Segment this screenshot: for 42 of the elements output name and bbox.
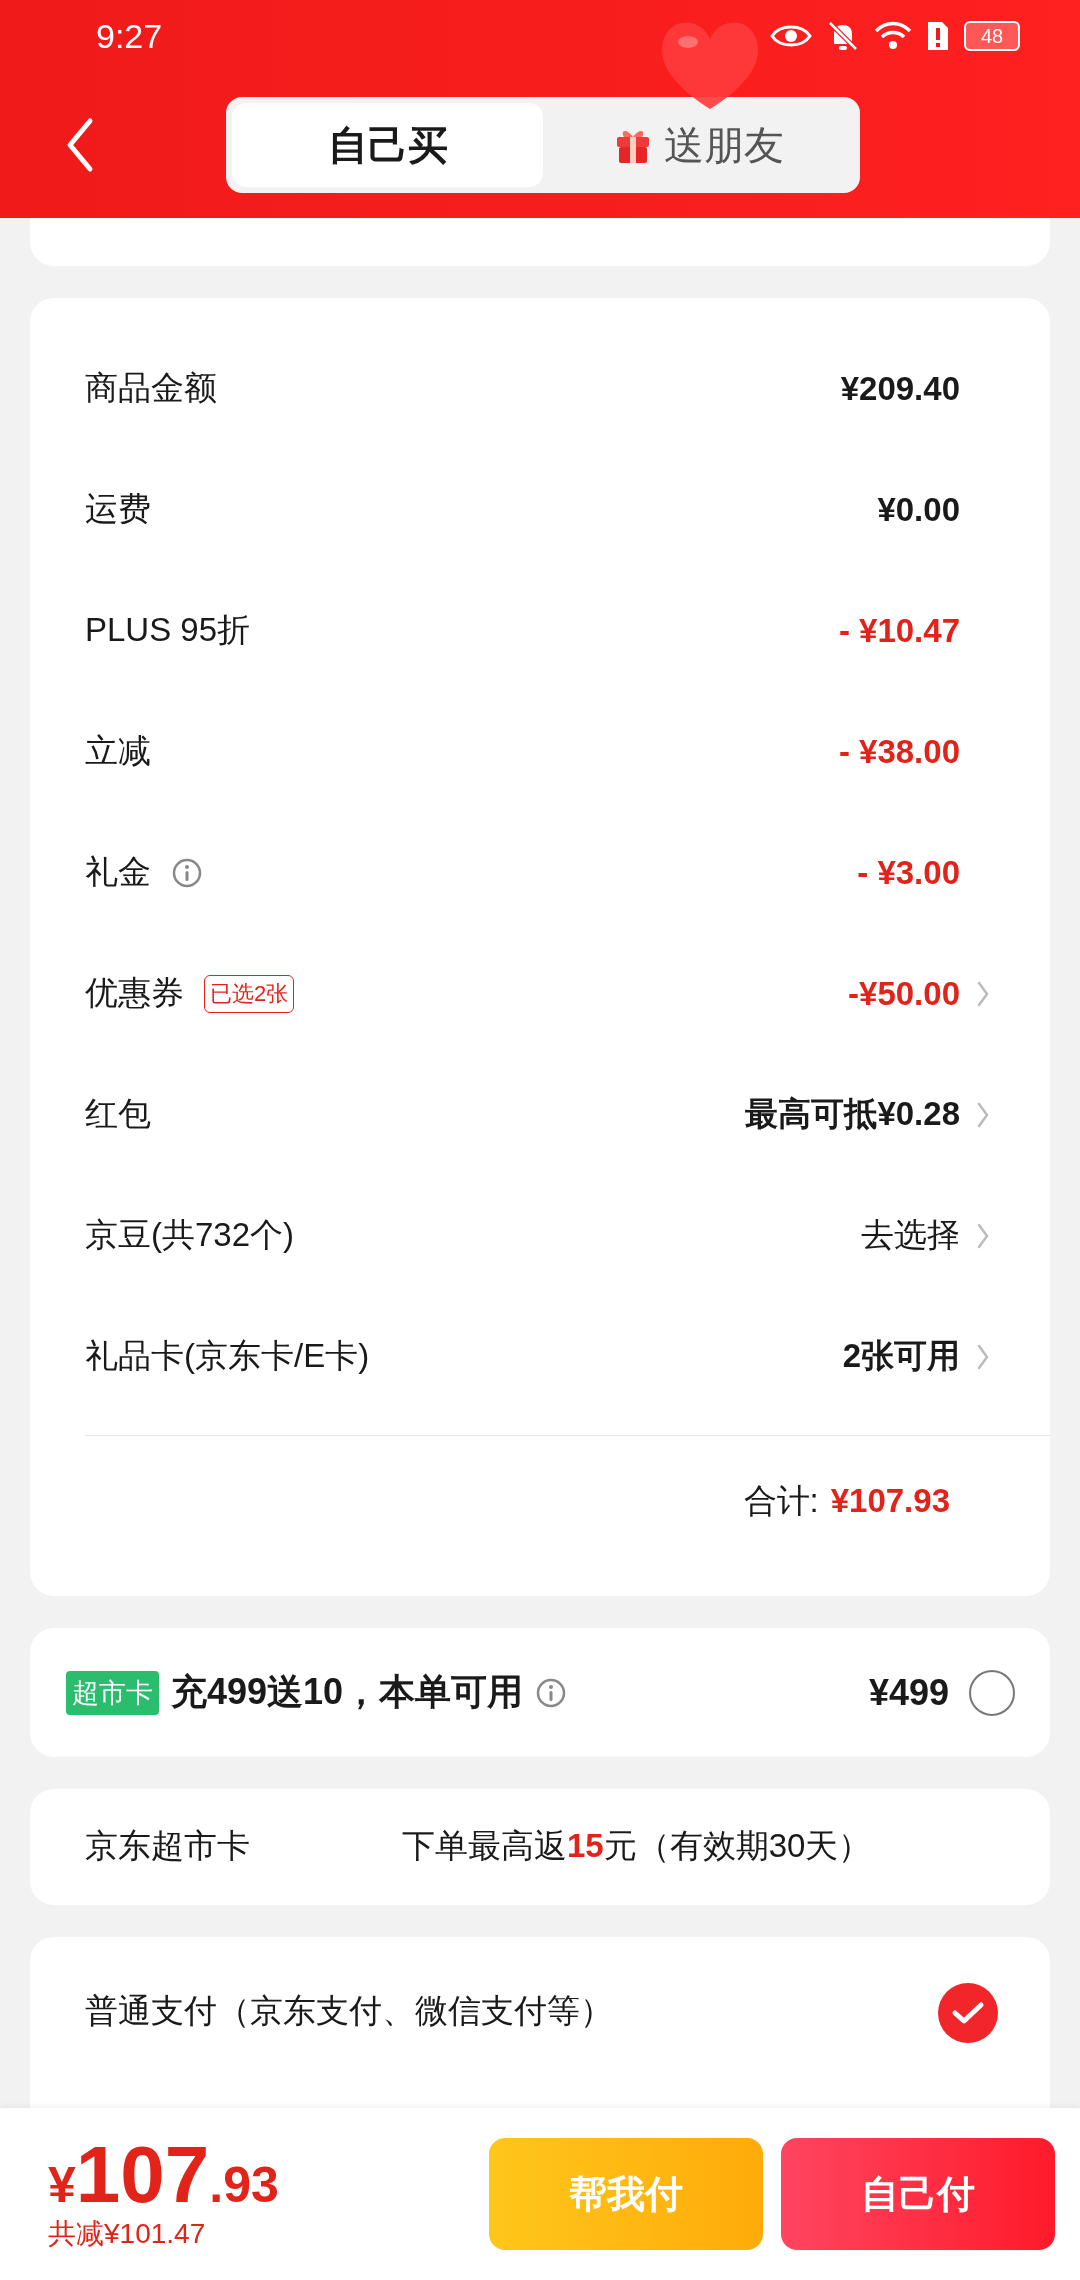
selected-count-tag: 已选2张: [204, 974, 295, 1013]
radio-button[interactable]: [969, 1669, 1015, 1716]
promo-title: 充499送10，本单可用: [171, 1670, 524, 1715]
total-price: 107: [75, 2135, 210, 2215]
row-value: ¥209.40: [840, 369, 960, 408]
row-value[interactable]: 2张可用: [842, 1334, 960, 1379]
row-value[interactable]: 去选择: [861, 1213, 960, 1258]
muted-bell-icon: [826, 19, 860, 53]
row-label: 礼金: [85, 852, 151, 892]
row-label: 运费: [85, 489, 151, 529]
info-icon[interactable]: [171, 856, 203, 889]
pay-button[interactable]: 自己付: [781, 2138, 1055, 2250]
sim-alert-icon: [926, 20, 950, 52]
total-label: 合计:: [743, 1480, 819, 1521]
cashback-note: 下单最高返15元（有效期30天）: [402, 1826, 872, 1867]
clock-time: 9:27: [96, 16, 163, 56]
row-value[interactable]: 最高可抵¥0.28: [745, 1092, 960, 1137]
row-value: ¥0.00: [877, 490, 960, 529]
tab[interactable]: 送朋友: [543, 103, 854, 187]
tab[interactable]: 自己买: [232, 103, 543, 187]
row-value[interactable]: -¥50.00: [848, 974, 960, 1013]
row-label: 礼品卡(京东卡/E卡): [85, 1336, 370, 1376]
row-label: 红包: [85, 1094, 151, 1134]
wifi-icon: [874, 20, 912, 52]
row-value: - ¥10.47: [838, 611, 960, 650]
card-name: 京东超市卡: [85, 1826, 251, 1867]
total-amount: ¥107.93: [830, 1482, 950, 1520]
row-value: - ¥38.00: [838, 732, 960, 771]
row-label: PLUS 95折: [85, 610, 251, 650]
promo-price: ¥499: [868, 1671, 949, 1714]
battery-level: 48: [964, 21, 1020, 51]
total-savings: 共减¥101.47: [48, 2217, 207, 2251]
row-label: 京豆(共732个): [85, 1215, 295, 1255]
payment-option[interactable]: 普通支付（京东支付、微信支付等）: [85, 1988, 613, 2034]
currency-symbol: ¥: [48, 2157, 76, 2214]
row-label: 立减: [85, 731, 151, 771]
row-label: 优惠券: [85, 973, 184, 1013]
info-icon[interactable]: [535, 1676, 568, 1709]
supermarket-card-badge: 超市卡: [66, 1670, 159, 1715]
row-value: - ¥3.00: [857, 853, 960, 892]
row-label: 商品金额: [85, 368, 217, 408]
price-decimals: .93: [209, 2156, 279, 2214]
